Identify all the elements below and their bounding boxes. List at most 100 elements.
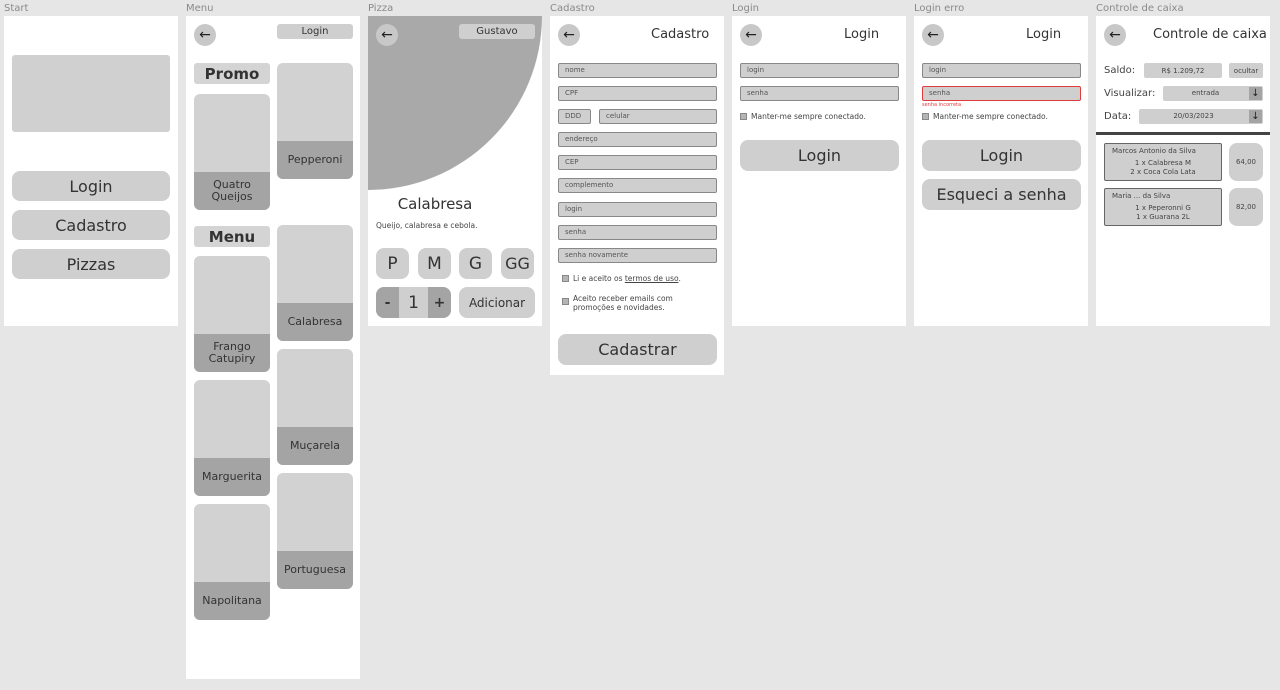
cadastrar-button[interactable]: Cadastrar — [558, 334, 717, 365]
order-card[interactable]: Marcos Antonio da Silva 1 x Calabresa M … — [1104, 143, 1222, 181]
data-select[interactable]: 20/03/2023 ↓ — [1139, 109, 1263, 124]
login-field[interactable]: login — [922, 63, 1081, 78]
visualizar-select[interactable]: entrada ↓ — [1163, 86, 1263, 101]
pizzas-button[interactable]: Pizzas — [12, 249, 170, 279]
pizza-card-label: Napolitana — [194, 582, 270, 620]
pizza-card-label: Quatro Queijos — [194, 172, 270, 210]
login-field[interactable]: login — [740, 63, 899, 78]
page-title: Login — [1026, 27, 1062, 42]
endereco-field[interactable]: endereço — [558, 132, 717, 147]
emails-checkbox[interactable] — [562, 298, 569, 305]
frame-pizza: ← Gustavo Calabresa Queijo, calabresa e … — [368, 16, 542, 326]
order-items: 1 x Calabresa M 2 x Coca Cola Lata — [1105, 159, 1221, 177]
order-items: 1 x Peperonni G 1 x Guarana 2L — [1105, 204, 1221, 222]
user-button[interactable]: Gustavo — [459, 24, 535, 39]
add-button[interactable]: Adicionar — [459, 287, 535, 318]
login-button[interactable]: Login — [12, 171, 170, 201]
emails-text: Aceito receber emails com promoções e nov… — [573, 294, 673, 312]
login-button[interactable]: Login — [277, 24, 353, 39]
ddd-field[interactable]: DDD — [558, 109, 591, 124]
plus-button[interactable]: + — [428, 287, 451, 318]
size-m-button[interactable]: M — [418, 248, 451, 279]
order-value: 64,00 — [1229, 143, 1263, 181]
pizza-card-label: Calabresa — [277, 303, 353, 341]
order-item: 2 x Coca Cola Lata — [1130, 168, 1196, 176]
cadastro-button[interactable]: Cadastro — [12, 210, 170, 240]
pizza-card-quatro-queijos[interactable]: Quatro Queijos — [194, 94, 270, 210]
page-title: Login — [844, 27, 880, 42]
logo-placeholder — [12, 55, 170, 132]
back-arrow-icon[interactable]: ← — [194, 24, 216, 46]
frame-caixa: ← Controle de caixa Saldo: R$ 1.209,72 o… — [1096, 16, 1270, 326]
pizza-card-portuguesa[interactable]: Portuguesa — [277, 473, 353, 589]
promo-label: Promo — [194, 63, 270, 84]
data-label: Data: — [1104, 111, 1132, 122]
divider — [1096, 132, 1270, 135]
quantity-value: 1 — [408, 292, 419, 313]
remember-checkbox[interactable] — [740, 113, 747, 120]
terms-checkbox[interactable] — [562, 275, 569, 282]
frame-title-menu: Menu — [186, 3, 214, 14]
pizza-card-mucarela[interactable]: Muçarela — [277, 349, 353, 465]
terms-link[interactable]: termos de uso — [625, 274, 679, 283]
size-p-button[interactable]: P — [376, 248, 409, 279]
pizza-card-label: Pepperoni — [277, 141, 353, 179]
frame-title-cadastro: Cadastro — [550, 3, 595, 14]
senha-field[interactable]: senha — [922, 86, 1081, 101]
pizza-card-label: Muçarela — [277, 427, 353, 465]
login-field[interactable]: login — [558, 202, 717, 217]
terms-prefix: Li e aceito os — [573, 274, 625, 283]
order-customer: Maria ... da Silva — [1112, 192, 1171, 200]
login-button[interactable]: Login — [922, 140, 1081, 171]
minus-button[interactable]: - — [376, 287, 399, 318]
order-item: 1 x Guarana 2L — [1136, 213, 1190, 221]
senha-field[interactable]: senha — [740, 86, 899, 101]
senha-novamente-field[interactable]: senha novamente — [558, 248, 717, 263]
size-g-button[interactable]: G — [459, 248, 492, 279]
back-arrow-icon[interactable]: ← — [922, 24, 944, 46]
pizza-card-marguerita[interactable]: Marguerita — [194, 380, 270, 496]
pizza-card-napolitana[interactable]: Napolitana — [194, 504, 270, 620]
menu-label: Menu — [194, 226, 270, 247]
remember-text: Manter-me sempre conectado. — [933, 112, 1048, 121]
back-arrow-icon[interactable]: ← — [1104, 24, 1126, 46]
pizza-description: Queijo, calabresa e cebola. — [376, 221, 478, 230]
frame-title-start: Start — [4, 3, 29, 14]
order-card[interactable]: Maria ... da Silva 1 x Peperonni G 1 x G… — [1104, 188, 1222, 226]
cpf-field[interactable]: CPF — [558, 86, 717, 101]
frame-login-erro: ← Login login senha senha incorreta Mant… — [914, 16, 1088, 326]
remember-checkbox[interactable] — [922, 113, 929, 120]
arrow-down-icon: ↓ — [1249, 87, 1262, 100]
back-arrow-icon[interactable]: ← — [376, 24, 398, 46]
remember-text: Manter-me sempre conectado. — [751, 112, 866, 121]
pizza-card-label: Portuguesa — [277, 551, 353, 589]
order-value: 82,00 — [1229, 188, 1263, 226]
complemento-field[interactable]: complemento — [558, 178, 717, 193]
pizza-card-label: Marguerita — [194, 458, 270, 496]
nome-field[interactable]: nome — [558, 63, 717, 78]
pizza-card-label: Frango Catupiry — [194, 334, 270, 372]
cep-field[interactable]: CEP — [558, 155, 717, 170]
page-title: Cadastro — [651, 27, 710, 42]
back-arrow-icon[interactable]: ← — [558, 24, 580, 46]
pizza-card-frango-catupiry[interactable]: Frango Catupiry — [194, 256, 270, 372]
order-item: 1 x Peperonni G — [1135, 204, 1191, 212]
celular-field[interactable]: celular — [599, 109, 717, 124]
data-value: 20/03/2023 — [1173, 112, 1214, 120]
ocultar-button[interactable]: ocultar — [1229, 63, 1263, 78]
emails-line-2: promoções e novidades. — [573, 303, 665, 312]
size-gg-button[interactable]: GG — [501, 248, 534, 279]
saldo-label: Saldo: — [1104, 65, 1136, 76]
frame-menu: ← Login Promo Quatro Queijos Pepperoni M… — [186, 16, 360, 679]
frame-login: ← Login login senha Manter-me sempre con… — [732, 16, 906, 326]
quantity-stepper: - 1 + — [376, 287, 451, 318]
pizza-card-pepperoni[interactable]: Pepperoni — [277, 63, 353, 179]
emails-line-1: Aceito receber emails com — [573, 294, 673, 303]
back-arrow-icon[interactable]: ← — [740, 24, 762, 46]
frame-title-login-erro: Login erro — [914, 3, 965, 14]
senha-field[interactable]: senha — [558, 225, 717, 240]
frame-cadastro: ← Cadastro nome CPF DDD celular endereço… — [550, 16, 724, 375]
forgot-password-button[interactable]: Esqueci a senha — [922, 179, 1081, 210]
login-button[interactable]: Login — [740, 140, 899, 171]
pizza-card-calabresa[interactable]: Calabresa — [277, 225, 353, 341]
